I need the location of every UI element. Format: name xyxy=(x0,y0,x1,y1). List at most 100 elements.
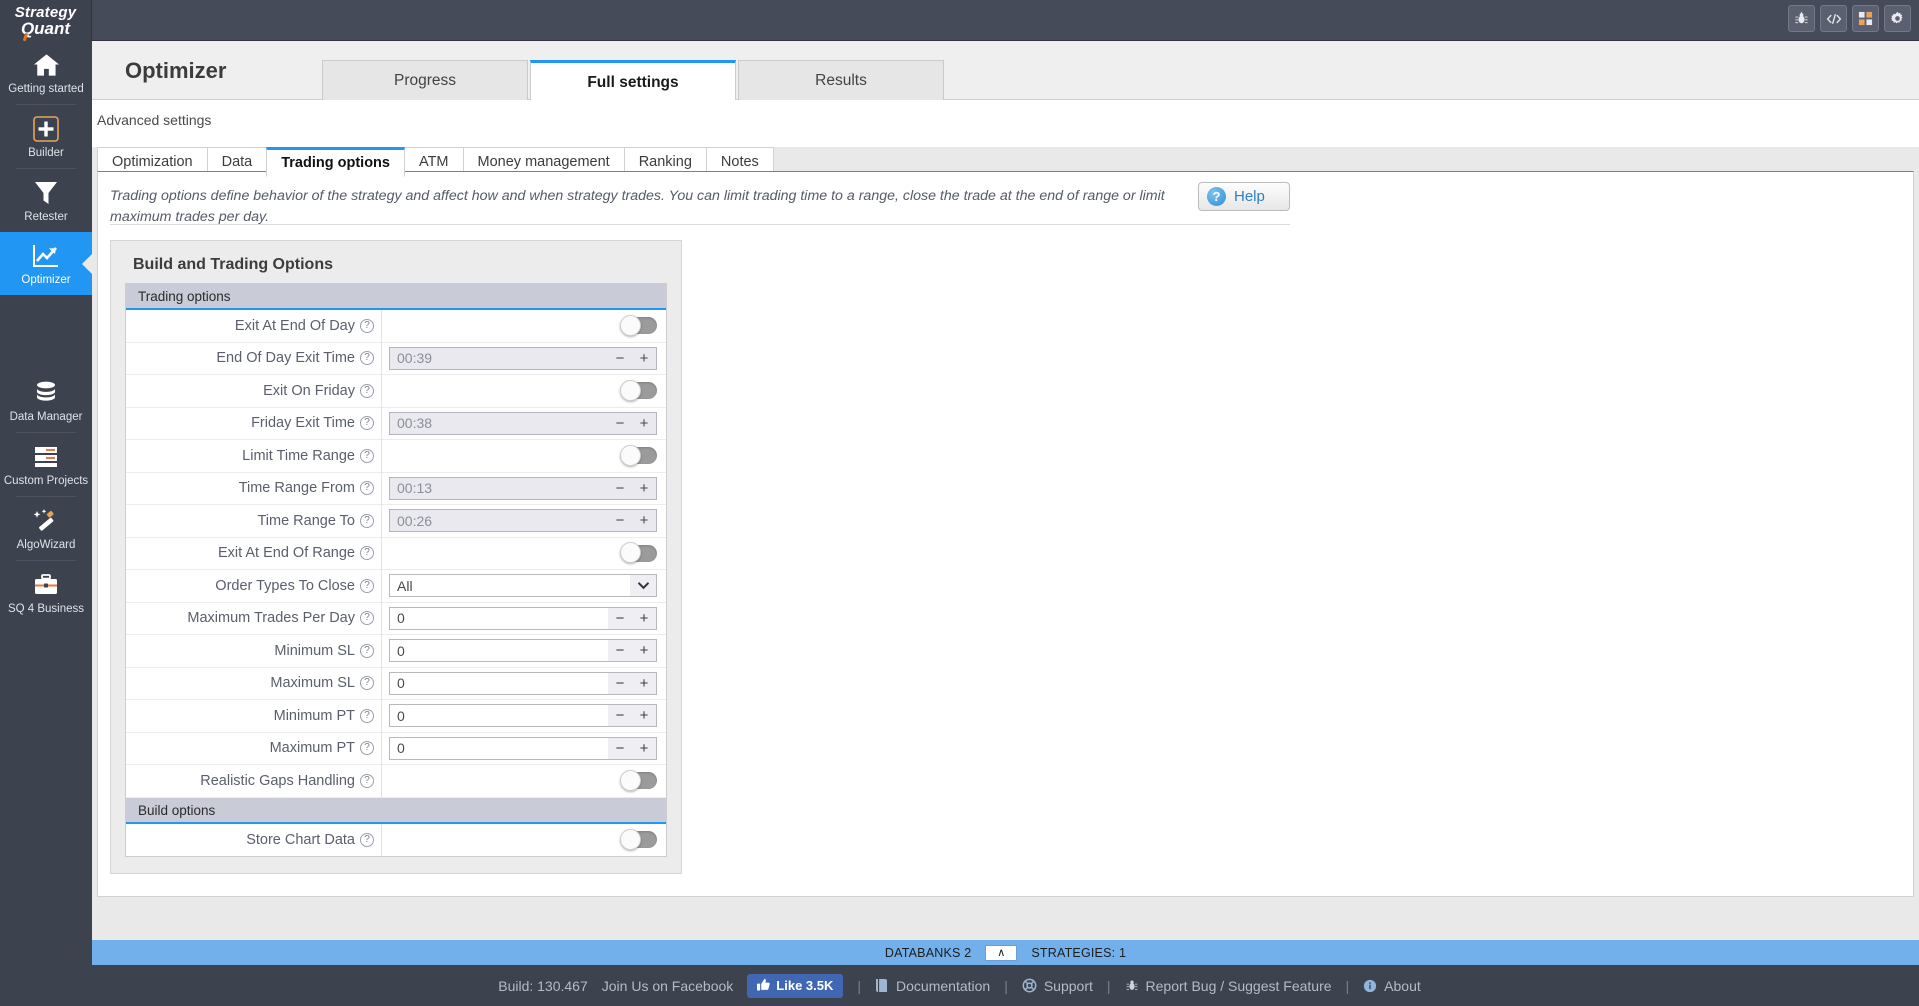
option-label-text: Minimum SL xyxy=(274,642,355,659)
dropdown-select[interactable]: All xyxy=(389,574,657,598)
subtab-label: Money management xyxy=(477,154,610,170)
grid-icon[interactable] xyxy=(1852,5,1879,32)
gear-icon[interactable] xyxy=(1884,5,1911,32)
advanced-settings-label: Advanced settings xyxy=(97,112,212,128)
footer-separator: | xyxy=(1106,977,1111,994)
spinner-decrement-button[interactable]: − xyxy=(616,707,625,724)
option-row: Maximum PT? 0− + xyxy=(126,732,666,765)
sidebar-item-sq4business[interactable]: SQ 4 Business xyxy=(0,561,92,624)
spinner-value[interactable]: 0 xyxy=(390,740,608,756)
support-link[interactable]: Support xyxy=(1022,978,1093,994)
facebook-like-button[interactable]: Like 3.5K xyxy=(747,973,844,998)
spinner-decrement-button[interactable]: − xyxy=(616,480,625,497)
spinner-increment-button[interactable]: + xyxy=(640,707,649,724)
help-question-icon[interactable]: ? xyxy=(360,513,374,528)
help-question-icon[interactable]: ? xyxy=(360,546,374,561)
documentation-link[interactable]: Documentation xyxy=(875,978,990,994)
toggle-knob xyxy=(620,769,641,791)
spinner-decrement-button[interactable]: − xyxy=(616,675,625,692)
status-bar: DATABANKS 2 ∧ STRATEGIES: 1 xyxy=(92,940,1919,965)
sidebar-item-data-manager[interactable]: Data Manager xyxy=(0,369,92,432)
number-spinner[interactable]: 0− + xyxy=(389,736,657,760)
report-bug-link[interactable]: Report Bug / Suggest Feature xyxy=(1125,978,1332,994)
help-button-label: Help xyxy=(1234,188,1265,205)
help-question-icon[interactable]: ? xyxy=(360,318,374,333)
sidebar-item-retester[interactable]: Retester xyxy=(0,169,92,232)
tab-full-settings[interactable]: Full settings xyxy=(530,60,736,102)
number-spinner[interactable]: 0− + xyxy=(389,639,657,663)
sidebar-label: AlgoWizard xyxy=(16,539,76,551)
sidebar-item-builder[interactable]: Builder xyxy=(0,105,92,168)
spinner-increment-button[interactable]: + xyxy=(640,350,649,367)
spinner-decrement-button[interactable]: − xyxy=(616,740,625,757)
help-question-icon[interactable]: ? xyxy=(360,676,374,691)
tab-results[interactable]: Results xyxy=(738,60,944,101)
help-question-icon[interactable]: ? xyxy=(360,741,374,756)
spinner-decrement-button[interactable]: − xyxy=(616,642,625,659)
help-question-icon[interactable]: ? xyxy=(360,416,374,431)
content-area: Optimizer Progress Full settings Results… xyxy=(92,41,1919,947)
toggle-switch[interactable] xyxy=(620,769,657,791)
sidebar-label: Optimizer xyxy=(21,274,71,286)
toggle-switch[interactable] xyxy=(620,379,657,401)
spinner-value[interactable]: 0 xyxy=(390,708,608,724)
help-question-icon[interactable]: ? xyxy=(360,708,374,723)
number-spinner[interactable]: 0− + xyxy=(389,606,657,630)
spinner-increment-button[interactable]: + xyxy=(640,610,649,627)
tab-progress[interactable]: Progress xyxy=(322,60,528,101)
spinner-increment-button[interactable]: + xyxy=(640,512,649,529)
spinner-increment-button[interactable]: + xyxy=(640,415,649,432)
option-control-cell: 0− + xyxy=(381,667,666,700)
group-header: Build options xyxy=(126,797,666,824)
number-spinner[interactable]: 0− + xyxy=(389,671,657,695)
help-question-icon[interactable]: ? xyxy=(360,481,374,496)
about-link[interactable]: About xyxy=(1363,978,1421,994)
option-row: Limit Time Range? xyxy=(126,439,666,473)
number-spinner: 00:13 − + xyxy=(389,476,657,500)
page-title: Optimizer xyxy=(125,58,227,83)
help-question-icon[interactable]: ? xyxy=(360,773,374,788)
toggle-switch[interactable] xyxy=(620,828,657,850)
advanced-settings-header: Advanced settings xyxy=(92,100,1919,147)
facebook-link[interactable]: Join Us on Facebook xyxy=(602,978,734,994)
spinner-decrement-button[interactable]: − xyxy=(616,350,625,367)
spinner-decrement-button[interactable]: − xyxy=(616,610,625,627)
toggle-switch[interactable] xyxy=(620,314,657,336)
spinner-decrement-button[interactable]: − xyxy=(616,415,625,432)
chevron-down-icon[interactable] xyxy=(630,575,656,597)
help-question-icon[interactable]: ? xyxy=(360,383,374,398)
toggle-switch[interactable] xyxy=(620,444,657,466)
option-control-cell: 0− + xyxy=(381,602,666,635)
help-question-icon[interactable]: ? xyxy=(360,832,374,847)
spinner-value[interactable]: 0 xyxy=(390,643,608,659)
funnel-icon xyxy=(34,178,58,208)
subtab-label: Optimization xyxy=(112,154,193,170)
spinner-increment-button[interactable]: + xyxy=(640,480,649,497)
spinner-increment-button[interactable]: + xyxy=(640,642,649,659)
code-icon[interactable] xyxy=(1820,5,1847,32)
toggle-knob xyxy=(620,542,641,564)
logo-line-1: Strategy xyxy=(14,3,77,21)
bug-icon[interactable] xyxy=(1788,5,1815,32)
help-button[interactable]: ? Help xyxy=(1198,182,1290,211)
sidebar-item-custom-projects[interactable]: Custom Projects xyxy=(0,433,92,496)
spinner-value[interactable]: 0 xyxy=(390,675,608,691)
sidebar-item-optimizer[interactable]: Optimizer xyxy=(0,232,92,295)
databanks-collapse-button[interactable]: ∧ xyxy=(985,944,1018,961)
subtab-trading-options[interactable]: Trading options xyxy=(266,147,405,177)
subtab-label: Data xyxy=(221,154,253,170)
help-question-icon[interactable]: ? xyxy=(360,611,374,626)
toggle-switch[interactable] xyxy=(620,542,657,564)
spinner-increment-button[interactable]: + xyxy=(640,740,649,757)
help-question-icon[interactable]: ? xyxy=(360,351,374,366)
help-question-icon[interactable]: ? xyxy=(360,643,374,658)
sidebar-item-algowizard[interactable]: AlgoWizard xyxy=(0,497,92,560)
panel-description: Trading options define behavior of the s… xyxy=(110,188,1165,225)
help-question-icon[interactable]: ? xyxy=(360,448,374,463)
spinner-increment-button[interactable]: + xyxy=(640,675,649,692)
number-spinner[interactable]: 0− + xyxy=(389,704,657,728)
spinner-value[interactable]: 0 xyxy=(390,610,608,626)
sidebar-item-getting-started[interactable]: Getting started xyxy=(0,41,92,104)
spinner-decrement-button[interactable]: − xyxy=(616,512,625,529)
help-question-icon[interactable]: ? xyxy=(360,578,374,593)
